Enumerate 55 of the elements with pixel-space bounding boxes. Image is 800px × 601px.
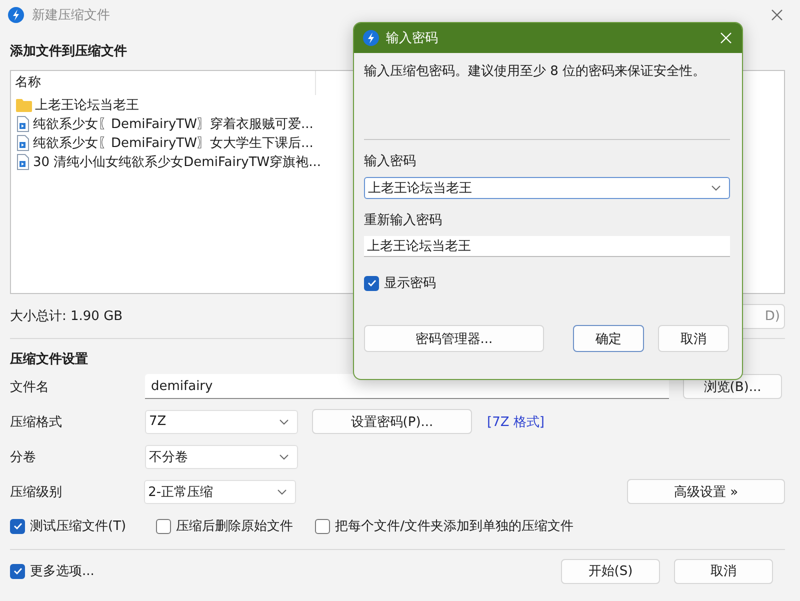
check-icon [12, 566, 22, 576]
field-label: 重新输入密码 [364, 212, 443, 230]
close-icon [720, 32, 732, 44]
dialog-hint: 输入压缩包密码。建议使用至少 8 位的密码来保证安全性。 [364, 63, 707, 81]
field-label: 压缩级别 [10, 484, 63, 500]
app-icon [363, 30, 379, 46]
button[interactable]: 开始(S) [561, 558, 660, 584]
column-header[interactable]: 名称 [11, 71, 316, 95]
dropdown[interactable]: 2-正常压缩 [144, 480, 296, 504]
section-heading: 压缩文件设置 [10, 351, 89, 369]
format-link[interactable]: [7Z 格式] [487, 412, 544, 430]
close-icon [771, 9, 783, 21]
password-manager-button[interactable]: 密码管理器... [364, 325, 544, 352]
check-icon [366, 278, 376, 288]
password-field[interactable]: 上老王论坛当老王 [364, 177, 730, 199]
file-name[interactable]: 纯欲系少女〖DemiFairyTW〗女大学生下课后... [33, 134, 314, 152]
caret-icon [279, 418, 289, 424]
check-icon [12, 521, 22, 531]
checkbox-label: 把每个文件/文件夹添加到单独的压缩文件 [335, 518, 574, 535]
section-heading: 添加文件到压缩文件 [10, 43, 128, 61]
checkbox[interactable] [10, 518, 25, 534]
caret-icon [711, 185, 721, 191]
field-label: 分卷 [10, 448, 37, 466]
folder-icon [16, 98, 32, 112]
file-name[interactable]: 30 清纯小仙女纯欲系少女DemiFairyTW穿旗袍... [33, 152, 322, 170]
app-icon [8, 7, 24, 23]
field-label: 文件名 [10, 378, 50, 396]
field-label: 压缩格式 [10, 414, 63, 430]
file-icon [16, 134, 30, 150]
button[interactable]: 确定 [573, 325, 644, 352]
file-icon [16, 116, 30, 132]
caret-icon [279, 454, 289, 460]
file-name[interactable]: 上老王论坛当老王 [35, 96, 139, 114]
size-total: 大小总计: 1.90 GB [10, 308, 124, 325]
advanced-settings-button[interactable]: 高级设置 » [627, 479, 785, 504]
confirm-password-field[interactable]: 上老王论坛当老王 [364, 236, 730, 257]
file-icon [16, 154, 30, 170]
button[interactable]: 取消 [658, 325, 729, 352]
checkbox-label: 测试压缩文件(T) [30, 518, 126, 535]
dropdown[interactable]: 不分卷 [145, 444, 298, 468]
button[interactable]: 取消 [674, 558, 773, 584]
checkbox-label: 压缩后删除原始文件 [176, 518, 294, 535]
dialog-title: 输入密码 [386, 30, 439, 47]
window-title: 新建压缩文件 [32, 7, 111, 24]
file-name[interactable]: 纯欲系少女〖DemiFairyTW〗穿着衣服贼可爱... [33, 114, 314, 132]
caret-icon [277, 488, 288, 494]
checkbox-label: 显示密码 [384, 275, 436, 292]
checkbox[interactable] [156, 518, 172, 534]
dropdown[interactable]: 7Z [145, 410, 298, 434]
checkbox[interactable] [364, 276, 379, 290]
checkbox[interactable] [315, 518, 330, 534]
field-label: 输入密码 [364, 153, 417, 171]
checkbox[interactable] [10, 564, 25, 578]
checkbox-label: 更多选项... [30, 563, 94, 580]
set-password-button[interactable]: 设置密码(P)... [312, 409, 472, 434]
